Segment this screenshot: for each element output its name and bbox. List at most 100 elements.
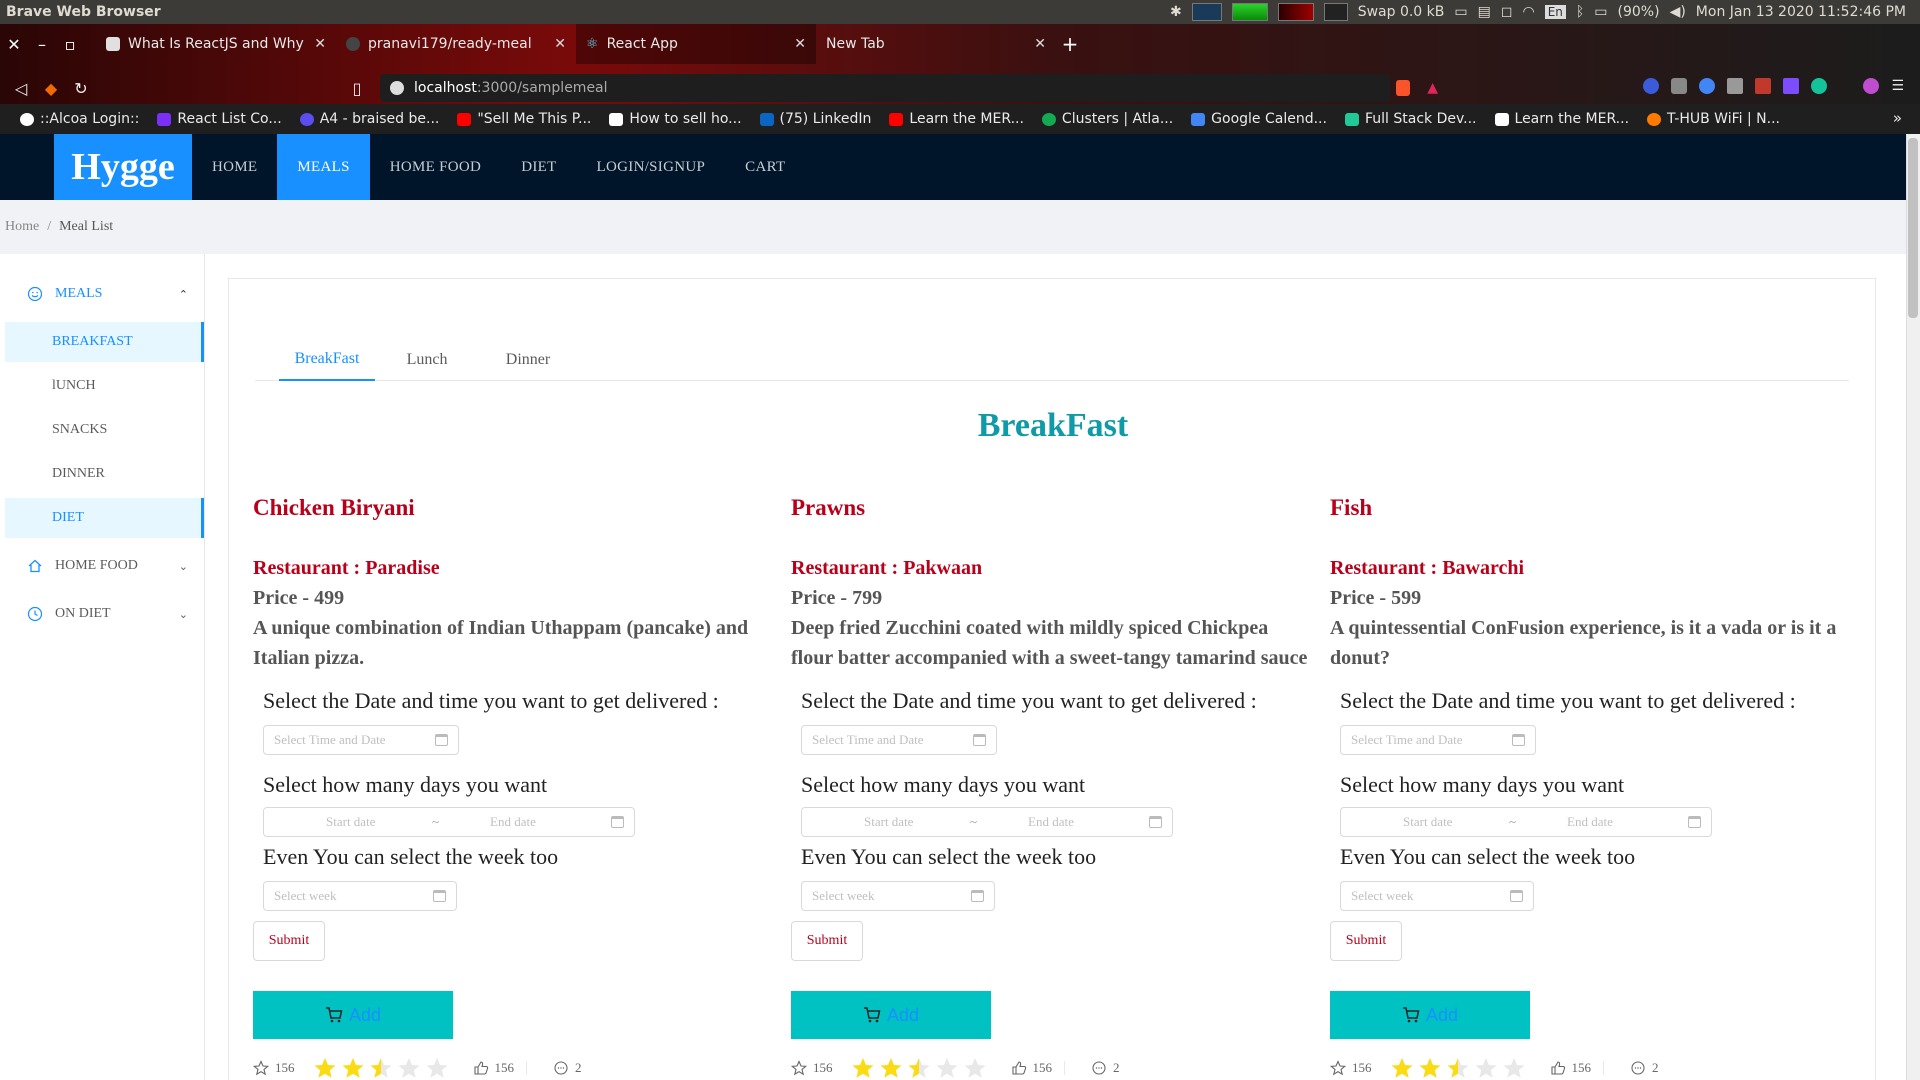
forward-icon[interactable]: ◆	[36, 79, 66, 98]
bluetooth-icon[interactable]: ᛒ	[1576, 4, 1584, 20]
star-empty-icon[interactable]	[1502, 1056, 1526, 1080]
rating-stars[interactable]	[1390, 1056, 1526, 1080]
like-action[interactable]: 156	[473, 1060, 514, 1076]
chat-icon[interactable]: ◻	[1501, 4, 1513, 20]
star-empty-icon[interactable]	[935, 1056, 959, 1080]
browser-tab[interactable]: New Tab ✕	[816, 24, 1056, 64]
extension-icon[interactable]	[1783, 78, 1800, 94]
bookmark-icon[interactable]: ▯	[342, 79, 372, 98]
star-empty-icon[interactable]	[1474, 1056, 1498, 1080]
star-full-icon[interactable]	[313, 1056, 337, 1080]
menu-icon[interactable]: ☰	[1891, 78, 1904, 94]
bookmark-item[interactable]: React List Co...	[157, 111, 299, 127]
week-picker[interactable]: Select week	[801, 881, 995, 911]
star-full-icon[interactable]	[879, 1056, 903, 1080]
bookmark-item[interactable]: Google Calend...	[1191, 111, 1345, 127]
star-half-icon[interactable]	[1446, 1056, 1470, 1080]
start-date-input[interactable]: Start date	[1403, 814, 1452, 830]
sidebar-submenu-on-diet[interactable]: ON DIET ⌄	[5, 590, 204, 638]
slack-icon[interactable]: ✱	[1170, 4, 1182, 20]
tab-breakfast[interactable]: BreakFast	[279, 339, 375, 381]
grammarly-icon[interactable]	[1811, 78, 1828, 94]
extension-icon[interactable]	[1671, 78, 1688, 94]
sidebar-item-lunch[interactable]: lUNCH	[5, 366, 204, 406]
like-action[interactable]: 156	[1011, 1060, 1052, 1076]
sidebar-item-breakfast[interactable]: BREAKFAST	[5, 322, 204, 362]
date-range-picker[interactable]: Start date ~ End date	[801, 807, 1173, 837]
browser-tab[interactable]: pranavi179/ready-meal ✕	[336, 24, 576, 64]
star-half-icon[interactable]	[907, 1056, 931, 1080]
tab-close-icon[interactable]: ✕	[554, 36, 566, 52]
clipboard-icon[interactable]: ▤	[1478, 4, 1491, 20]
sidebar-item-dinner[interactable]: DINNER	[5, 454, 204, 494]
bookmark-item[interactable]: Learn the MER...	[889, 111, 1042, 127]
nav-home[interactable]: HOME	[192, 134, 277, 200]
screen-icon[interactable]: ▭	[1454, 4, 1467, 20]
tab-lunch[interactable]: Lunch	[387, 339, 467, 381]
date-range-picker[interactable]: Start date ~ End date	[263, 807, 635, 837]
extension-icon[interactable]	[1727, 78, 1744, 94]
favorite-action[interactable]: 156	[791, 1060, 833, 1076]
message-action[interactable]: 2	[553, 1060, 582, 1076]
start-date-input[interactable]: Start date	[864, 814, 913, 830]
end-date-input[interactable]: End date	[490, 814, 536, 830]
star-full-icon[interactable]	[1418, 1056, 1442, 1080]
submit-button[interactable]: Submit	[791, 921, 863, 961]
rating-stars[interactable]	[313, 1056, 449, 1080]
nav-meals[interactable]: MEALS	[277, 134, 370, 200]
bookmark-item[interactable]: A4 - braised be...	[299, 111, 458, 127]
week-picker[interactable]: Select week	[263, 881, 457, 911]
tab-close-icon[interactable]: ✕	[314, 36, 326, 52]
datetime-picker[interactable]: Select Time and Date	[801, 725, 997, 755]
page-scrollbar[interactable]	[1906, 134, 1920, 1080]
clock[interactable]: Mon Jan 13 2020 11:52:46 PM	[1696, 4, 1906, 20]
nav-cart[interactable]: CART	[725, 134, 805, 200]
add-to-cart-button[interactable]: Add	[791, 991, 991, 1039]
add-to-cart-button[interactable]: Add	[1330, 991, 1530, 1039]
back-icon[interactable]: ◁	[6, 79, 36, 98]
reload-icon[interactable]: ↻	[66, 79, 96, 98]
submit-button[interactable]: Submit	[253, 921, 325, 961]
new-tab-icon[interactable]: +	[1056, 32, 1084, 56]
nav-home-food[interactable]: HOME FOOD	[370, 134, 501, 200]
browser-tab-active[interactable]: ⚛ React App ✕	[576, 24, 816, 64]
star-empty-icon[interactable]	[397, 1056, 421, 1080]
star-full-icon[interactable]	[1390, 1056, 1414, 1080]
message-action[interactable]: 2	[1091, 1060, 1120, 1076]
bookmark-item[interactable]: ::Alcoa Login::	[20, 111, 157, 127]
sidebar-submenu-home-food[interactable]: HOME FOOD ⌄	[5, 542, 204, 590]
extension-icon[interactable]	[1755, 78, 1772, 94]
bookmark-item[interactable]: Learn the MER...	[1494, 111, 1648, 127]
favorite-action[interactable]: 156	[1330, 1060, 1372, 1076]
bookmarks-overflow-button[interactable]: »	[1893, 109, 1902, 127]
profile-avatar-icon[interactable]	[1863, 78, 1880, 94]
star-full-icon[interactable]	[851, 1056, 875, 1080]
browser-tab[interactable]: What Is ReactJS and Why Sh ✕	[96, 24, 336, 64]
week-picker[interactable]: Select week	[1340, 881, 1534, 911]
star-empty-icon[interactable]	[963, 1056, 987, 1080]
bookmark-item[interactable]: (75) LinkedIn	[759, 111, 890, 127]
language-indicator[interactable]: En	[1544, 5, 1566, 19]
bookmark-item[interactable]: How to sell ho...	[609, 111, 759, 127]
like-action[interactable]: 156	[1550, 1060, 1591, 1076]
breadcrumb-home[interactable]: Home	[5, 219, 39, 235]
sidebar-item-diet[interactable]: DIET	[5, 498, 204, 538]
maximize-window-icon[interactable]: ▫	[56, 35, 84, 54]
address-bar[interactable]: localhost:3000/samplemeal ▲	[380, 74, 1438, 102]
message-action[interactable]: 2	[1630, 1060, 1659, 1076]
nav-login-signup[interactable]: LOGIN/SIGNUP	[577, 134, 726, 200]
battery-icon[interactable]: ▭	[1594, 4, 1607, 20]
star-full-icon[interactable]	[341, 1056, 365, 1080]
start-date-input[interactable]: Start date	[326, 814, 375, 830]
translate-icon[interactable]	[1699, 78, 1716, 94]
tab-close-icon[interactable]: ✕	[794, 36, 806, 52]
tab-close-icon[interactable]: ✕	[1034, 36, 1046, 52]
close-window-icon[interactable]: ✕	[0, 35, 28, 54]
date-range-picker[interactable]: Start date ~ End date	[1340, 807, 1712, 837]
tab-dinner[interactable]: Dinner	[481, 339, 575, 381]
brand-logo[interactable]: Hygge	[54, 134, 192, 200]
minimize-window-icon[interactable]: –	[28, 35, 56, 54]
sidebar-item-snacks[interactable]: SNACKS	[5, 410, 204, 450]
bookmark-item[interactable]: "Sell Me This P...	[457, 111, 609, 127]
star-half-icon[interactable]	[369, 1056, 393, 1080]
